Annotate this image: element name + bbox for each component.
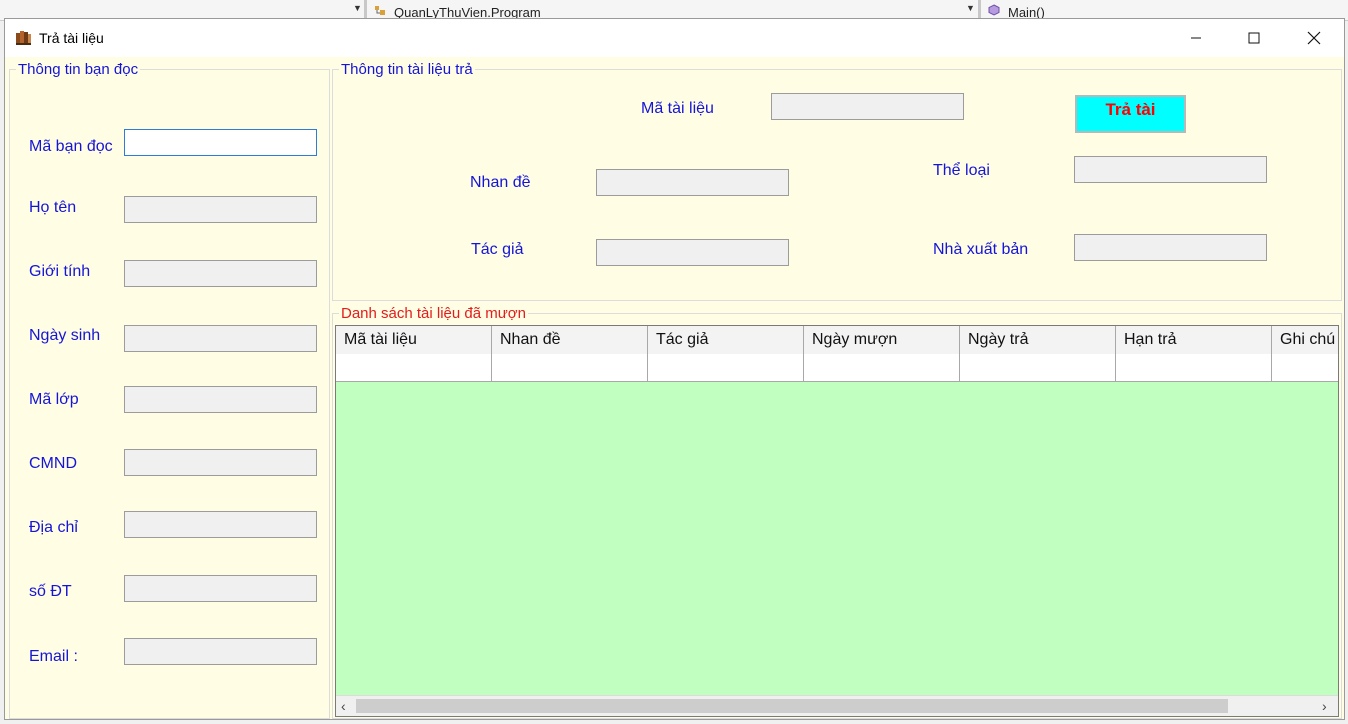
cmnd-field[interactable]: [124, 449, 317, 476]
borrowed-list-title: Danh sách tài liệu đã mượn: [341, 305, 526, 322]
nhan-de-field[interactable]: [596, 169, 789, 196]
horizontal-scrollbar[interactable]: ‹ ›: [336, 695, 1338, 716]
ngay-sinh-field[interactable]: [124, 325, 317, 352]
table-row[interactable]: [336, 354, 1338, 382]
chevron-down-icon[interactable]: ▼: [353, 3, 362, 13]
column-header-han-tra[interactable]: Hạn trả: [1116, 326, 1272, 354]
document-info-title: Thông tin tài liệu trả: [341, 61, 473, 78]
table-cell[interactable]: [804, 354, 960, 381]
maximize-icon: [1248, 32, 1260, 44]
close-icon: [1307, 31, 1321, 45]
label-dia-chi: Địa chỉ: [29, 519, 78, 536]
ho-ten-field[interactable]: [124, 196, 317, 223]
label-ma-tai-lieu: Mã tài liệu: [641, 100, 714, 117]
ma-ban-doc-input[interactable]: [124, 129, 317, 156]
reader-info-title: Thông tin bạn đọc: [18, 61, 139, 78]
grid-header: Mã tài liệu Nhan đề Tác giả Ngày mượn Ng…: [336, 326, 1338, 355]
table-cell[interactable]: [960, 354, 1116, 381]
label-cmnd: CMND: [29, 455, 77, 472]
label-email: Email :: [29, 648, 78, 665]
scroll-left-icon[interactable]: ‹: [341, 698, 346, 714]
return-document-window: Trả tài liệu Thông tin bạn đọc Mã bạn đọ…: [4, 18, 1345, 720]
column-header-ghi-chu[interactable]: Ghi chú: [1272, 326, 1338, 354]
ma-tai-lieu-field[interactable]: [771, 93, 964, 120]
email-field[interactable]: [124, 638, 317, 665]
label-ho-ten: Họ tên: [29, 199, 77, 216]
label-tac-gia: Tác giả: [471, 241, 524, 258]
chevron-down-icon[interactable]: ▼: [966, 3, 975, 13]
label-nha-xuat-ban: Nhà xuất bản: [933, 241, 1029, 258]
window-title: Trả tài liệu: [39, 30, 104, 46]
gioi-tinh-field[interactable]: [124, 260, 317, 287]
table-cell[interactable]: [336, 354, 492, 381]
label-nhan-de: Nhan đề: [470, 174, 531, 191]
maximize-button[interactable]: [1225, 19, 1283, 57]
close-button[interactable]: [1285, 19, 1343, 57]
return-button[interactable]: Trả tài: [1075, 95, 1186, 133]
divider: [978, 0, 981, 20]
the-loai-field[interactable]: [1074, 156, 1267, 183]
label-ngay-sinh: Ngày sinh: [29, 327, 101, 344]
ma-lop-field[interactable]: [124, 386, 317, 413]
label-ma-ban-doc: Mã bạn đọc: [29, 138, 113, 155]
scrollbar-thumb[interactable]: [356, 699, 1228, 713]
table-cell[interactable]: [1116, 354, 1272, 381]
nha-xuat-ban-field[interactable]: [1074, 234, 1267, 261]
table-cell[interactable]: [492, 354, 648, 381]
table-cell[interactable]: [648, 354, 804, 381]
so-dt-field[interactable]: [124, 575, 317, 602]
books-icon: [15, 29, 32, 45]
borrowed-documents-grid[interactable]: Mã tài liệu Nhan đề Tác giả Ngày mượn Ng…: [335, 325, 1339, 717]
column-header-tac-gia[interactable]: Tác giả: [648, 326, 804, 354]
column-header-ngay-tra[interactable]: Ngày trả: [960, 326, 1116, 354]
label-the-loai: Thể loại: [933, 162, 990, 179]
table-cell[interactable]: [1272, 354, 1338, 381]
class-icon: [374, 4, 386, 16]
scroll-right-icon[interactable]: ›: [1322, 698, 1327, 714]
method-cube-icon: [988, 4, 1000, 16]
tac-gia-field[interactable]: [596, 239, 789, 266]
minimize-button[interactable]: [1167, 19, 1225, 57]
column-header-ngay-muon[interactable]: Ngày mượn: [804, 326, 960, 354]
column-header-nhan-de[interactable]: Nhan đề: [492, 326, 648, 354]
divider: [364, 0, 367, 20]
label-ma-lop: Mã lớp: [29, 391, 79, 408]
title-bar: Trả tài liệu: [5, 19, 1344, 57]
label-gioi-tinh: Giới tính: [29, 263, 91, 280]
column-header-ma-tai-lieu[interactable]: Mã tài liệu: [336, 326, 492, 354]
label-so-dt: số ĐT: [29, 583, 72, 600]
minimize-icon: [1191, 37, 1201, 39]
dia-chi-field[interactable]: [124, 511, 317, 538]
